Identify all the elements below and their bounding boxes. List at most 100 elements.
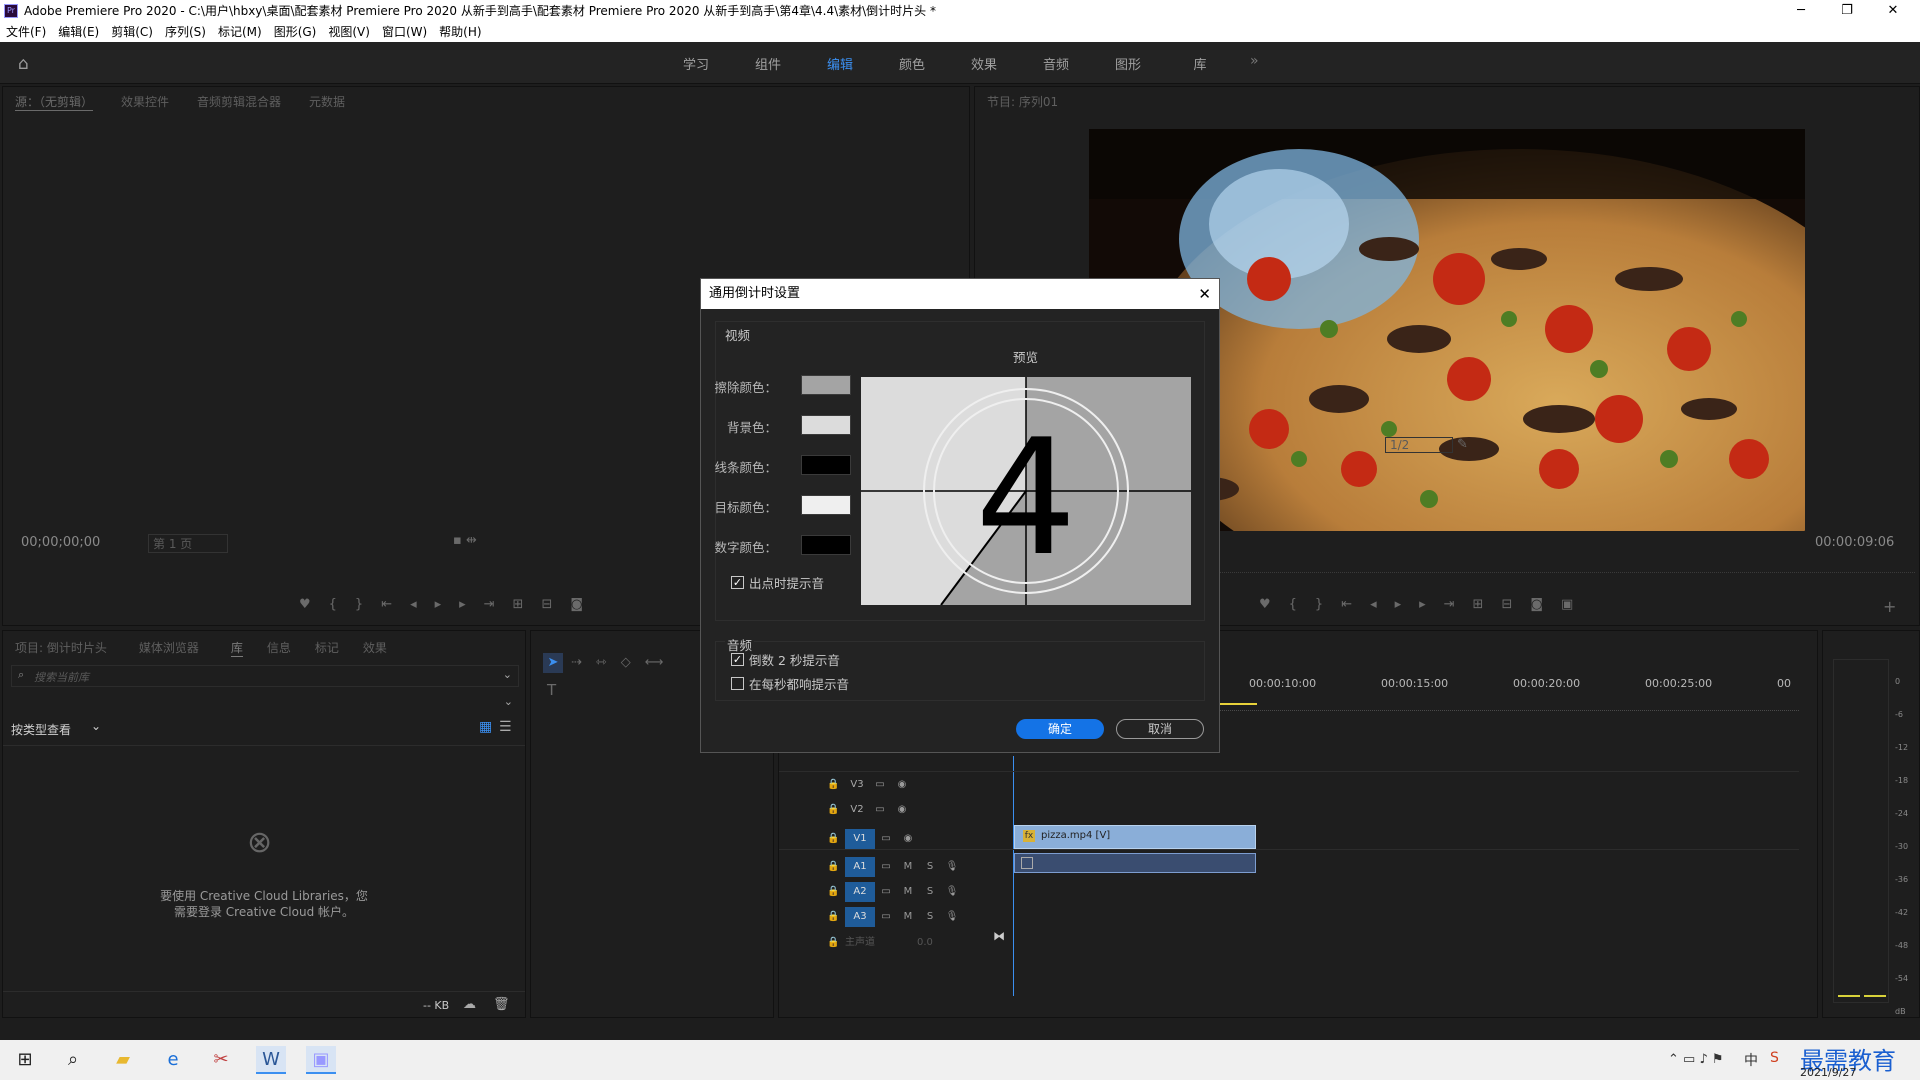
background-color-swatch[interactable] [801, 415, 851, 435]
track-label[interactable]: A1 [845, 857, 875, 877]
track-label[interactable]: V2 [845, 804, 869, 815]
track-select-tool-icon[interactable]: ⇢⇿◇⟷ [571, 655, 677, 670]
beep-every-second-checkbox[interactable] [731, 677, 744, 690]
mic-icon[interactable]: 🎙 [941, 911, 963, 922]
tab-metadata[interactable]: 元数据 [309, 93, 345, 110]
home-icon[interactable]: ⌂ [18, 54, 38, 74]
restore-button[interactable]: ❐ [1824, 0, 1870, 22]
solo-icon[interactable]: S [919, 886, 941, 897]
lock-icon[interactable]: 🔒 [827, 886, 845, 897]
tab-libraries[interactable]: 库 [1164, 54, 1236, 73]
chevron-down-icon[interactable]: ⌄ [504, 695, 513, 708]
workspace-more-icon[interactable]: » [1250, 53, 1259, 69]
file-explorer-icon[interactable]: ▰ [108, 1046, 138, 1074]
program-transport-controls[interactable]: ♥{}⇤◂▸▸⇥⊞⊟◙▣ [1259, 597, 1591, 612]
tab-info[interactable]: 信息 [267, 639, 291, 656]
track-label[interactable]: V3 [845, 779, 869, 790]
lock-icon[interactable]: 🔒 [827, 779, 845, 790]
eye-icon[interactable]: ◉ [891, 779, 913, 790]
master-value[interactable]: 0.0 [917, 937, 947, 948]
program-time-ruler[interactable] [1215, 563, 1915, 573]
word-icon[interactable]: W [256, 1046, 286, 1074]
minimize-button[interactable]: ─ [1778, 0, 1824, 22]
mute-icon[interactable]: M [897, 886, 919, 897]
edge-browser-icon[interactable]: e [158, 1046, 188, 1074]
lock-icon[interactable]: 🔒 [827, 937, 845, 948]
tab-project[interactable]: 项目: 倒计时片头 [15, 639, 107, 656]
tray-icons[interactable]: ⌃ ▭ ♪ ⚑ [1668, 1052, 1724, 1067]
menu-markers[interactable]: 标记(M) [212, 22, 268, 42]
trash-icon[interactable]: 🗑 [493, 997, 510, 1012]
track-label[interactable]: A3 [845, 907, 875, 927]
cue-at-out-checkbox[interactable]: ✓ [731, 576, 744, 589]
mute-icon[interactable]: M [897, 911, 919, 922]
tab-audio-clip-mixer[interactable]: 音频剪辑混合器 [197, 93, 281, 110]
lock-icon[interactable]: 🔒 [827, 911, 845, 922]
solo-icon[interactable]: S [919, 911, 941, 922]
tab-graphics[interactable]: 图形 [1092, 54, 1164, 73]
cloud-sync-icon[interactable]: ☁ [463, 997, 476, 1012]
playhead[interactable] [1013, 756, 1014, 996]
menu-edit[interactable]: 编辑(E) [52, 22, 105, 42]
eye-icon[interactable]: ◉ [891, 804, 913, 815]
line-color-swatch[interactable] [801, 455, 851, 475]
tab-media-browser[interactable]: 媒体浏览器 [139, 639, 199, 656]
close-icon[interactable]: ✕ [1198, 279, 1211, 309]
lock-icon[interactable]: 🔒 [827, 833, 845, 844]
sync-icon[interactable]: ▭ [875, 886, 897, 897]
menu-graphics[interactable]: 图形(G) [268, 22, 323, 42]
work-area-bar[interactable] [1219, 703, 1257, 705]
wrench-icon[interactable]: ✎ [1457, 437, 1468, 452]
tab-audio[interactable]: 音频 [1020, 54, 1092, 73]
sync-icon[interactable]: ▭ [869, 779, 891, 790]
audio-clip[interactable] [1014, 853, 1256, 873]
tab-effects[interactable]: 效果 [948, 54, 1020, 73]
track-label[interactable]: V1 [845, 829, 875, 849]
sync-icon[interactable]: ▭ [869, 804, 891, 815]
tab-source[interactable]: 源：（无剪辑） [15, 93, 94, 111]
type-tool-icon[interactable]: T [547, 681, 556, 699]
view-by-select[interactable]: 按类型查看 [11, 721, 71, 738]
source-transport-controls[interactable]: ♥{}⇤◂▸▸⇥⊞⊟◙ [299, 597, 601, 612]
add-button-icon[interactable]: + [1883, 597, 1896, 616]
snipping-tool-icon[interactable]: ✂ [206, 1046, 236, 1074]
tab-assembly[interactable]: 组件 [732, 54, 804, 73]
cancel-button[interactable]: 取消 [1116, 719, 1204, 739]
track-label[interactable]: A2 [845, 882, 875, 902]
menu-file[interactable]: 文件(F) [0, 22, 52, 42]
sync-icon[interactable]: ▭ [875, 911, 897, 922]
solo-icon[interactable]: S [919, 861, 941, 872]
ime-indicator[interactable]: 中 [1744, 1050, 1758, 1070]
program-panel-tab[interactable]: 节目: 序列01 [987, 93, 1058, 110]
lock-icon[interactable]: 🔒 [827, 804, 845, 815]
sync-icon[interactable]: ▭ [875, 833, 897, 844]
mic-icon[interactable]: 🎙 [941, 886, 963, 897]
wipe-color-swatch[interactable] [801, 375, 851, 395]
library-search-input[interactable]: ⌕ 搜索当前库 ⌄ [11, 665, 519, 687]
tab-learn[interactable]: 学习 [660, 54, 732, 73]
target-color-swatch[interactable] [801, 495, 851, 515]
menu-clip[interactable]: 剪辑(C) [105, 22, 159, 42]
video-clip[interactable]: fx pizza.mp4 [V] [1014, 825, 1256, 849]
digit-color-swatch[interactable] [801, 535, 851, 555]
premiere-taskbar-icon[interactable]: ▣ [306, 1046, 336, 1074]
source-timecode[interactable]: 00;00;00;00 [21, 535, 100, 550]
settings-icon[interactable]: ▪ ⇹ [453, 533, 477, 548]
menu-window[interactable]: 窗口(W) [376, 22, 433, 42]
selection-tool-icon[interactable]: ➤ [543, 653, 563, 673]
tab-libraries-panel[interactable]: 库 [230, 639, 243, 657]
tab-effects-panel[interactable]: 效果 [363, 639, 387, 656]
tab-markers[interactable]: 标记 [315, 639, 339, 656]
close-button[interactable]: ✕ [1870, 0, 1916, 22]
chevron-down-icon[interactable]: ⌄ [503, 668, 512, 681]
zoom-select[interactable]: 1/2 [1385, 437, 1453, 453]
mic-icon[interactable]: 🎙 [941, 861, 963, 872]
grid-view-icon[interactable]: ▦ [479, 719, 492, 735]
ok-button[interactable]: 确定 [1016, 719, 1104, 739]
menu-help[interactable]: 帮助(H) [433, 22, 487, 42]
two-second-beep-checkbox[interactable]: ✓ [731, 653, 744, 666]
page-select[interactable]: 第 1 页 [148, 534, 228, 553]
sogou-ime-icon[interactable]: S [1770, 1050, 1779, 1066]
list-view-icon[interactable]: ☰ [499, 719, 512, 735]
windows-start-icon[interactable]: ⊞ [10, 1046, 40, 1074]
